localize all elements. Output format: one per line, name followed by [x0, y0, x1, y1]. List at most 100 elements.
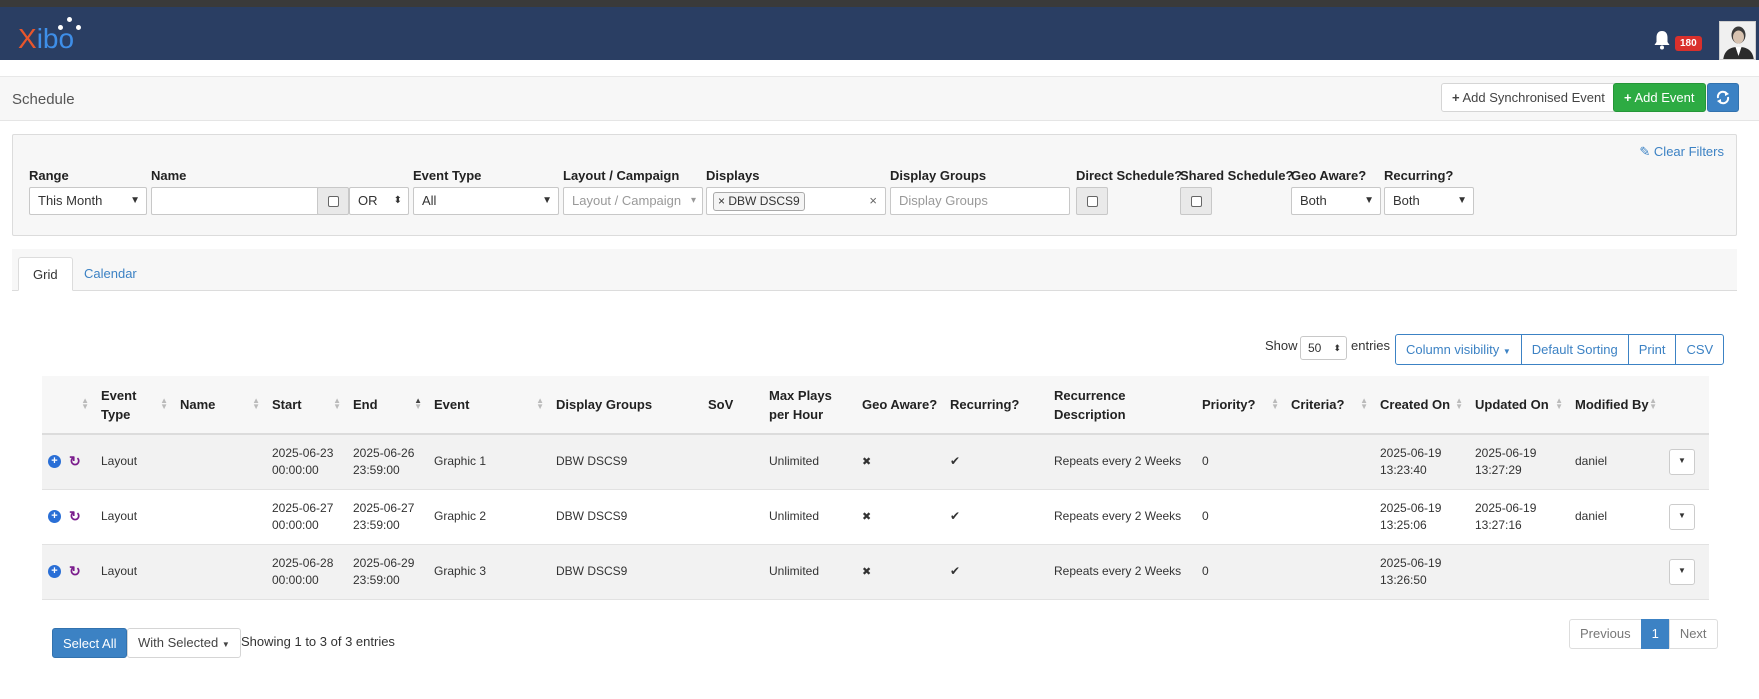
row-menu-button[interactable]: ▼: [1669, 448, 1695, 475]
header-label: SoV: [708, 397, 734, 412]
previous-page-button[interactable]: Previous: [1569, 619, 1642, 649]
tag-remove-icon[interactable]: ×: [718, 194, 725, 208]
recurring-select[interactable]: Both ▼: [1384, 187, 1474, 215]
tab-calendar[interactable]: Calendar: [70, 257, 151, 291]
column-header-event[interactable]: Event ▲ ▼: [428, 376, 550, 435]
checkbox-icon: [1087, 196, 1098, 207]
table-row[interactable]: + ↻ Layout 2025-06-23 00:00:00 2025-06-26 2…: [42, 434, 1709, 490]
row-menu-button[interactable]: ▼: [1669, 503, 1695, 530]
cell-priority: 0: [1196, 489, 1285, 545]
geo-aware-label: Geo Aware?: [1291, 168, 1367, 183]
user-avatar[interactable]: [1719, 21, 1756, 60]
cell-start: 2025-06-27 00:00:00: [266, 489, 347, 545]
default-sorting-button[interactable]: Default Sorting: [1520, 334, 1629, 365]
range-value: This Month: [38, 193, 103, 208]
table-row[interactable]: + ↻ Layout 2025-06-28 00:00:00 2025-06-29 2…: [42, 544, 1709, 600]
name-regex-checkbox[interactable]: [317, 187, 349, 215]
column-header-modified-by[interactable]: Modified By ▲ ▼: [1569, 376, 1663, 435]
end-time: 23:59:00: [353, 572, 400, 587]
cell-name: [174, 434, 266, 490]
geo-aware-select[interactable]: Both ▼: [1291, 187, 1381, 215]
header-label: Event: [434, 397, 470, 412]
name-logic-select[interactable]: OR ⬍: [349, 187, 409, 215]
cell-modified-by: daniel: [1569, 489, 1663, 545]
start-time: 00:00:00: [272, 462, 319, 477]
cell-criteria: [1285, 544, 1374, 600]
column-header-recurring[interactable]: Recurring?: [944, 376, 1048, 435]
tab-grid[interactable]: Grid: [18, 257, 73, 291]
cell-event-type: Layout: [95, 489, 174, 545]
row-controls: + ↻: [42, 544, 95, 600]
add-event-button[interactable]: + Add Event: [1613, 83, 1706, 112]
cell-event-type: Layout: [95, 544, 174, 600]
table-info: Showing 1 to 3 of 3 entries: [241, 634, 395, 649]
print-button[interactable]: Print: [1627, 334, 1677, 365]
display-groups-input[interactable]: Display Groups: [890, 187, 1070, 215]
add-synchronised-event-button[interactable]: + Add Synchronised Event: [1441, 83, 1616, 112]
select-all-button[interactable]: Select All: [52, 628, 128, 658]
range-select[interactable]: This Month ▼: [29, 187, 147, 215]
header-label: Criteria?: [1291, 397, 1345, 412]
header-label: Recurrence Description: [1054, 387, 1126, 422]
start-date: 2025-06-23: [272, 445, 334, 460]
cell-max-plays: Unlimited: [763, 544, 856, 600]
expand-row-icon[interactable]: +: [48, 455, 61, 469]
display-groups-label: Display Groups: [890, 168, 987, 183]
direct-schedule-checkbox[interactable]: [1076, 187, 1108, 215]
refresh-button[interactable]: [1707, 83, 1739, 112]
column-header-end[interactable]: End ▲ ▼: [347, 376, 428, 435]
layout-campaign-select[interactable]: Layout / Campaign ▾: [563, 187, 703, 215]
displays-select[interactable]: × DBW DSCS9 ×: [706, 187, 886, 215]
clear-selection-icon[interactable]: ×: [869, 188, 877, 214]
column-header-priority[interactable]: Priority? ▲ ▼: [1196, 376, 1285, 435]
expand-row-icon[interactable]: +: [48, 565, 61, 579]
cell-display-groups: DBW DSCS9: [550, 434, 702, 490]
cell-modified-by: daniel: [1569, 434, 1663, 490]
column-header-recurrence-description[interactable]: Recurrence Description: [1048, 376, 1196, 435]
event-type-select[interactable]: All ▼: [413, 187, 559, 215]
csv-button[interactable]: CSV: [1675, 334, 1725, 365]
row-controls: + ↻: [42, 434, 95, 490]
column-header-geo-aware[interactable]: Geo Aware?: [856, 376, 944, 435]
header-label: Start: [272, 397, 302, 412]
shared-schedule-checkbox[interactable]: [1180, 187, 1212, 215]
with-selected-button[interactable]: With Selected ▼: [127, 628, 241, 658]
column-header-actions[interactable]: ▲ ▼: [42, 376, 95, 435]
add-event-label: Add Event: [1634, 90, 1695, 105]
table-row[interactable]: + ↻ Layout 2025-06-27 00:00:00 2025-06-27 2…: [42, 489, 1709, 545]
display-tag: × DBW DSCS9: [713, 192, 805, 211]
show-label: Show: [1265, 338, 1298, 353]
row-menu-button[interactable]: ▼: [1669, 558, 1695, 585]
header-label: Max Plays per Hour: [769, 387, 832, 422]
recurring-event-icon: ↻: [69, 563, 81, 580]
column-visibility-button[interactable]: Column visibility ▼: [1395, 334, 1522, 365]
page-1-button[interactable]: 1: [1640, 619, 1670, 649]
column-header-start[interactable]: Start ▲ ▼: [266, 376, 347, 435]
column-header-updated-on[interactable]: Updated On ▲ ▼: [1469, 376, 1569, 435]
column-header-sov[interactable]: SoV: [702, 376, 763, 435]
column-header-event-type[interactable]: Event Type ▲ ▼: [95, 376, 174, 435]
column-header-created-on[interactable]: Created On ▲ ▼: [1374, 376, 1469, 435]
next-page-button[interactable]: Next: [1668, 619, 1718, 649]
recurring-label: Recurring?: [1384, 168, 1454, 183]
name-input[interactable]: [151, 187, 319, 215]
expand-row-icon[interactable]: +: [48, 510, 61, 524]
updated-date: 2025-06-19: [1475, 445, 1537, 460]
column-header-display-groups[interactable]: Display Groups: [550, 376, 702, 435]
sort-icon: ▲ ▼: [1455, 396, 1463, 411]
end-date: 2025-06-29: [353, 555, 415, 570]
cell-display-groups: DBW DSCS9: [550, 544, 702, 600]
notification-badge: 180: [1675, 36, 1702, 51]
recurring-value: Both: [1393, 193, 1420, 208]
page-length-select[interactable]: 50 ⬍: [1300, 336, 1347, 360]
clear-filters-link[interactable]: ✎ Clear Filters: [1639, 144, 1724, 160]
start-time: 00:00:00: [272, 572, 319, 587]
cell-start: 2025-06-23 00:00:00: [266, 434, 347, 490]
checkbox-icon: [1191, 196, 1202, 207]
cell-end: 2025-06-29 23:59:00: [347, 544, 428, 600]
bell-icon[interactable]: [1652, 29, 1672, 51]
column-header-criteria[interactable]: Criteria? ▲ ▼: [1285, 376, 1374, 435]
column-header-max-plays[interactable]: Max Plays per Hour: [763, 376, 856, 435]
cell-event: Graphic 2: [428, 489, 550, 545]
column-header-name[interactable]: Name ▲ ▼: [174, 376, 266, 435]
